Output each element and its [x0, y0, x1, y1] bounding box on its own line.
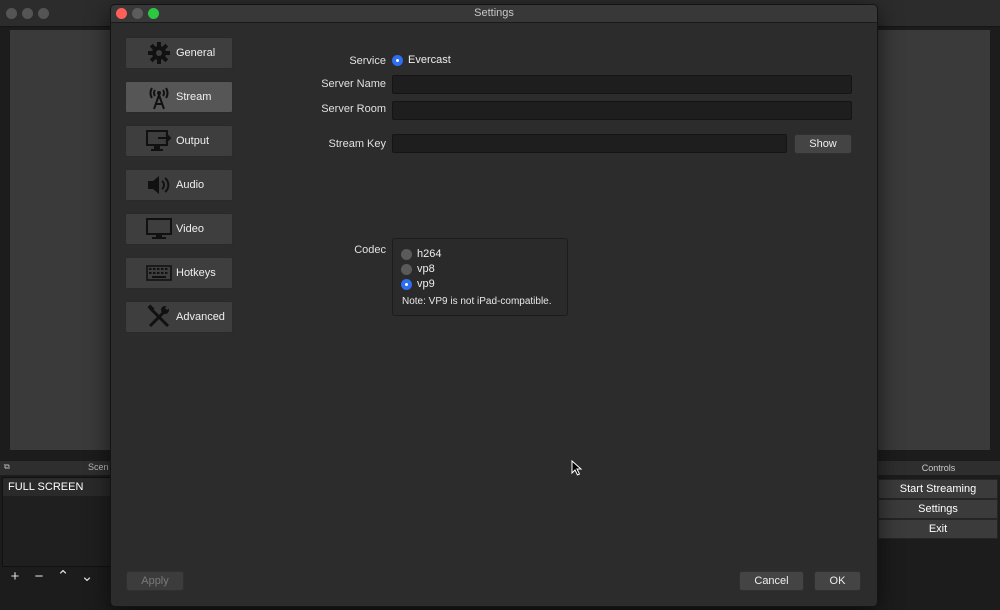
codec-option-vp9[interactable]: vp9	[401, 278, 435, 290]
sidebar-item-video[interactable]: Video	[125, 213, 233, 245]
sidebar-item-label: Audio	[176, 179, 205, 191]
scenes-dock-header: ⧉ Scen	[0, 461, 110, 475]
codec-option-h264[interactable]: h264	[401, 248, 441, 260]
sidebar-item-label: Output	[176, 135, 210, 147]
server-room-label: Server Room	[321, 103, 386, 115]
stream-key-field[interactable]	[392, 134, 787, 153]
codec-label: Codec	[354, 244, 386, 256]
start-streaming-button[interactable]: Start Streaming	[878, 479, 998, 499]
server-name-label: Server Name	[321, 78, 386, 90]
codec-group: h264 vp8 vp9 Note: VP9 is not iPad-compa…	[392, 238, 568, 316]
cancel-button[interactable]: Cancel	[739, 571, 804, 591]
service-option[interactable]: Evercast	[392, 54, 451, 66]
scene-item[interactable]: FULL SCREEN	[3, 478, 111, 496]
ok-button[interactable]: OK	[814, 571, 861, 591]
apply-button[interactable]: Apply	[126, 571, 184, 591]
output-icon	[146, 129, 172, 153]
gear-icon	[146, 41, 172, 65]
main-close-button[interactable]	[6, 8, 17, 19]
server-room-field[interactable]	[392, 101, 852, 120]
codec-option-vp8[interactable]: vp8	[401, 263, 435, 275]
window-title: Settings	[474, 7, 514, 19]
preview-area-left	[10, 30, 110, 450]
sidebar-item-label: Advanced	[176, 311, 225, 323]
codec-option-label: h264	[417, 248, 442, 260]
show-key-button[interactable]: Show	[794, 134, 852, 154]
sidebar-item-stream[interactable]: Stream	[125, 81, 233, 113]
codec-radio[interactable]	[401, 278, 412, 290]
sidebar-item-hotkeys[interactable]: Hotkeys	[125, 257, 233, 289]
sidebar-item-label: General	[176, 47, 216, 59]
codec-note: Note: VP9 is not iPad-compatible.	[402, 296, 552, 307]
exit-button[interactable]: Exit	[878, 519, 998, 539]
settings-button[interactable]: Settings	[878, 499, 998, 519]
server-name-field[interactable]	[392, 75, 852, 94]
preview-area-right	[877, 30, 990, 450]
tools-icon	[146, 304, 172, 329]
codec-radio[interactable]	[401, 248, 412, 260]
move-up-icon[interactable]: ⌃	[54, 567, 72, 585]
sidebar-item-label: Hotkeys	[176, 267, 216, 279]
sidebar-item-advanced[interactable]: Advanced	[125, 301, 233, 333]
monitor-icon	[146, 217, 172, 241]
sidebar-item-audio[interactable]: Audio	[125, 169, 233, 201]
remove-icon[interactable]: −	[30, 568, 48, 585]
sidebar-item-general[interactable]: General	[125, 37, 233, 69]
sidebar-item-label: Stream	[176, 91, 212, 103]
stream-key-label: Stream Key	[328, 138, 386, 150]
keyboard-icon	[146, 261, 172, 285]
codec-radio[interactable]	[401, 263, 412, 275]
scenes-toolbar: + − ⌃ ⌄	[0, 566, 116, 586]
speaker-icon	[146, 173, 172, 197]
controls-dock-header: Controls	[877, 461, 1000, 475]
add-icon[interactable]: +	[6, 568, 24, 585]
dock-float-icon[interactable]: ⧉	[4, 462, 10, 472]
main-zoom-button[interactable]	[38, 8, 49, 19]
settings-sidebar: General Stream Output Audio Video Hotkey…	[125, 37, 233, 345]
scenes-header-label: Scen	[88, 462, 109, 472]
mouse-cursor-icon	[571, 459, 583, 481]
settings-window: Settings General Stream Output Audio Vid…	[110, 4, 878, 607]
sidebar-item-label: Video	[176, 223, 204, 235]
antenna-icon	[146, 85, 172, 110]
main-minimize-button[interactable]	[22, 8, 33, 19]
codec-option-label: vp8	[417, 263, 435, 275]
scenes-list[interactable]: FULL SCREEN	[2, 477, 112, 567]
sidebar-item-output[interactable]: Output	[125, 125, 233, 157]
service-radio[interactable]	[392, 54, 403, 66]
service-value: Evercast	[408, 54, 451, 66]
service-label: Service	[349, 55, 386, 67]
codec-option-label: vp9	[417, 278, 435, 290]
move-down-icon[interactable]: ⌄	[78, 567, 96, 585]
settings-titlebar: Settings	[111, 5, 877, 23]
